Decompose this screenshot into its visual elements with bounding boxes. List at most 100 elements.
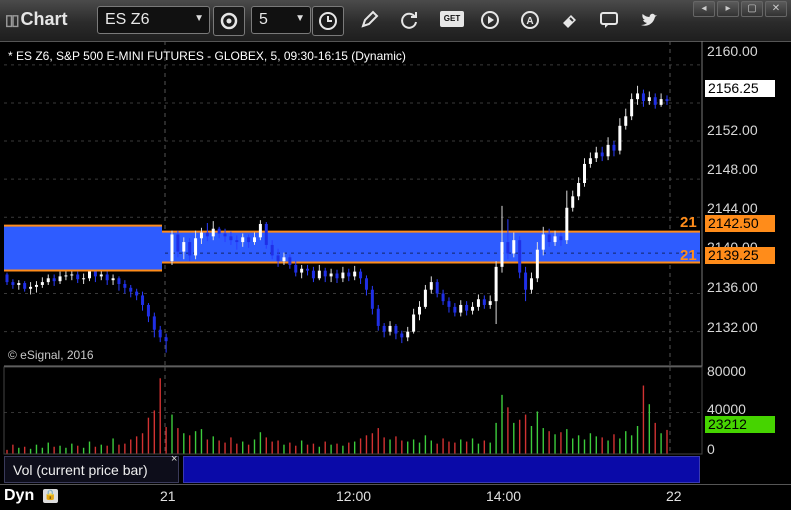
- volume-legend[interactable]: Vol (current price bar): [4, 456, 179, 483]
- chevron-down-icon[interactable]: ▼: [295, 13, 305, 24]
- candle-body: [647, 97, 651, 102]
- symbol-settings-button[interactable]: [213, 6, 245, 36]
- window-controls: ◂ ▸ ▢ ✕: [693, 1, 787, 17]
- candle-body: [465, 304, 469, 311]
- candle-body: [335, 273, 339, 279]
- candle: [641, 89, 645, 107]
- candle-body: [317, 270, 321, 279]
- candle: [659, 93, 663, 107]
- comment-icon[interactable]: [598, 9, 620, 31]
- candle-body: [547, 234, 551, 243]
- prior-session-band: [4, 225, 162, 271]
- pencil-icon[interactable]: [358, 9, 380, 31]
- eraser-icon[interactable]: [559, 9, 581, 31]
- candle: [594, 146, 598, 163]
- interval-value: 5: [259, 11, 268, 28]
- candle-body: [423, 289, 427, 307]
- candle-body: [152, 316, 156, 330]
- price-chart[interactable]: [0, 41, 791, 509]
- candle-body: [441, 293, 445, 302]
- candle-body: [188, 242, 192, 256]
- volume-study-bar[interactable]: [183, 456, 700, 483]
- candle-body: [258, 223, 262, 238]
- candle-body: [135, 291, 139, 296]
- alert-icon[interactable]: A: [519, 9, 541, 31]
- volume-tick: 80000: [707, 363, 746, 379]
- candle: [624, 108, 628, 130]
- refresh-icon[interactable]: [398, 9, 420, 31]
- upper-level-tag[interactable]: 2142.50: [705, 215, 775, 232]
- candle-body: [347, 272, 351, 277]
- candle-body: [624, 116, 628, 126]
- candle-body: [500, 242, 504, 267]
- volume-tick: 0: [707, 441, 715, 457]
- candle-body: [40, 282, 44, 285]
- candle: [441, 289, 445, 305]
- chevron-down-icon[interactable]: ▼: [194, 13, 204, 24]
- candle: [306, 264, 310, 276]
- candle-body: [23, 283, 27, 289]
- lower-level-tag[interactable]: 2139.25: [705, 247, 775, 264]
- candle: [111, 274, 115, 285]
- candle: [577, 177, 581, 201]
- candle-body: [306, 268, 310, 271]
- drag-grip-icon[interactable]: ▯▯: [5, 12, 19, 29]
- candle-body: [264, 223, 268, 245]
- candle: [329, 268, 333, 283]
- price-tick: 2136.00: [707, 279, 758, 295]
- time-label: 21: [160, 488, 176, 504]
- gear-icon: [220, 12, 238, 30]
- interval-clock-button[interactable]: [312, 6, 344, 36]
- window-back-button[interactable]: ◂: [693, 1, 715, 17]
- candle-body: [600, 152, 604, 157]
- chart-title: * ES Z6, S&P 500 E-MINI FUTURES - GLOBEX…: [8, 49, 406, 63]
- time-label: 12:00: [336, 488, 372, 504]
- candle: [11, 279, 15, 289]
- candle-body: [606, 144, 610, 157]
- candle-body: [453, 306, 457, 313]
- get-label: GET: [443, 14, 461, 23]
- candle: [406, 326, 410, 342]
- candle: [347, 268, 351, 282]
- candle: [653, 93, 657, 109]
- candle-body: [512, 240, 516, 254]
- candle: [465, 301, 469, 316]
- candle-body: [58, 276, 62, 282]
- candle: [46, 274, 50, 285]
- candle-body: [129, 287, 133, 292]
- window-title[interactable]: ▯▯ Chart: [5, 9, 68, 30]
- candle-body: [329, 273, 333, 277]
- candle-body: [117, 278, 121, 284]
- candle-body: [76, 274, 80, 280]
- candle: [388, 321, 392, 336]
- window-close-button[interactable]: ✕: [765, 1, 787, 17]
- candle-body: [618, 125, 622, 151]
- close-icon[interactable]: ×: [171, 453, 177, 465]
- play-icon[interactable]: [479, 9, 501, 31]
- candle: [146, 303, 150, 323]
- window-forward-button[interactable]: ▸: [717, 1, 739, 17]
- candle-body: [488, 301, 492, 305]
- candle-body: [158, 329, 162, 338]
- symbol-input[interactable]: ES Z6 ▼: [97, 6, 210, 34]
- candle-body: [659, 99, 663, 105]
- candle-body: [476, 299, 480, 307]
- candle: [636, 85, 640, 105]
- interval-input[interactable]: 5 ▼: [251, 6, 311, 34]
- candle: [311, 266, 315, 283]
- candle: [152, 312, 156, 338]
- candle-body: [217, 228, 221, 234]
- dynamic-mode-label[interactable]: Dyn: [4, 487, 34, 505]
- candle-body: [482, 299, 486, 305]
- candle-body: [199, 232, 203, 239]
- get-data-button[interactable]: GET: [440, 11, 464, 27]
- twitter-icon[interactable]: [638, 9, 660, 31]
- window-maximize-button[interactable]: ▢: [741, 1, 763, 17]
- lock-icon[interactable]: 🔒: [43, 489, 58, 503]
- candle-body: [52, 278, 56, 282]
- candle-body: [529, 278, 533, 290]
- candle-body: [471, 306, 475, 311]
- last-price-tag: 2156.25: [705, 80, 775, 97]
- price-tick: 2152.00: [707, 122, 758, 138]
- price-tick: 2144.00: [707, 200, 758, 216]
